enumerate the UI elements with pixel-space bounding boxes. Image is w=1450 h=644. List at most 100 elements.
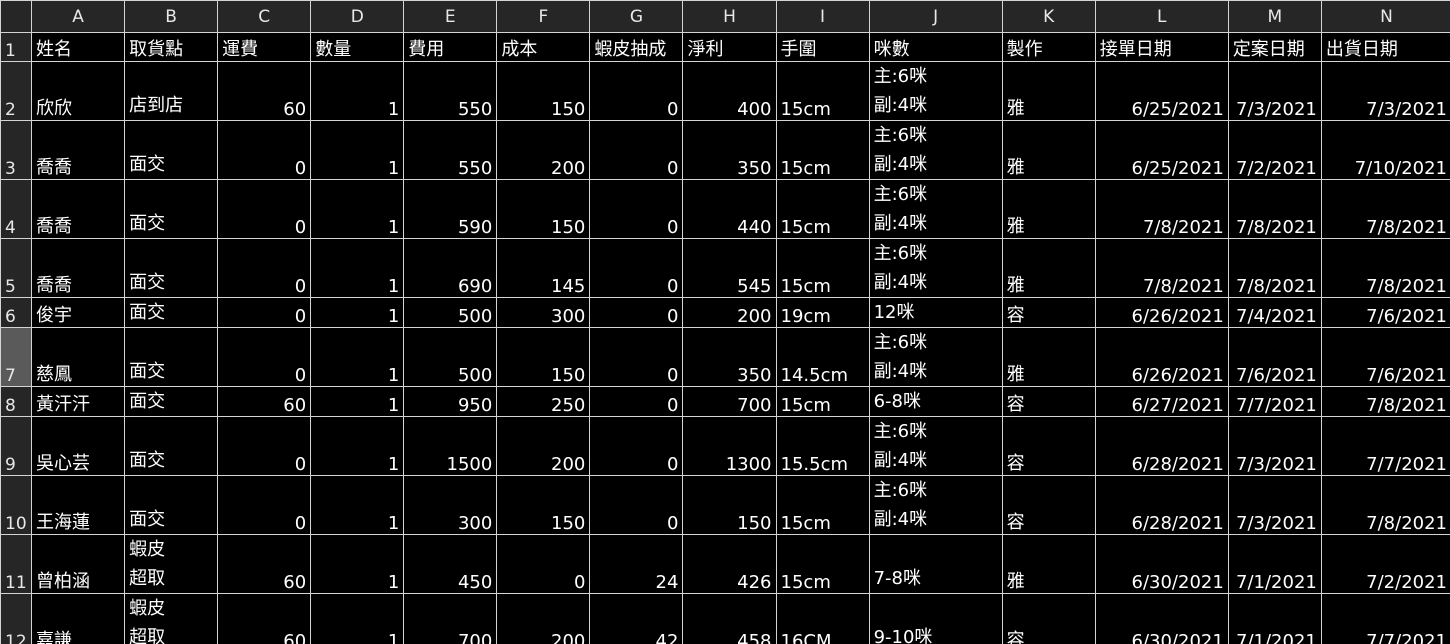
column-header-g[interactable]: G (589, 0, 684, 33)
confirm-date-cell[interactable]: 7/1/2021 (1227, 534, 1322, 594)
order-date-cell[interactable]: 6/27/2021 (1094, 386, 1229, 417)
column-header-f[interactable]: F (496, 0, 591, 33)
fee-cell[interactable]: 550 (403, 120, 498, 180)
shipping-cell[interactable]: 0 (217, 416, 312, 476)
bead-size-cell[interactable]: 12咪 (868, 297, 1003, 328)
bead-size-cell[interactable]: 6-8咪 (868, 386, 1003, 417)
row-header[interactable]: 2 (0, 61, 33, 121)
column-header-j[interactable]: J (868, 0, 1003, 33)
confirm-date-cell[interactable]: 7/2/2021 (1227, 120, 1322, 180)
quantity-cell[interactable]: 1 (310, 120, 405, 180)
maker-cell[interactable]: 雅 (1001, 120, 1096, 180)
name-cell[interactable]: 吳心芸 (31, 416, 126, 476)
name-cell[interactable]: 喬喬 (31, 238, 126, 298)
pickup-cell[interactable]: 面交 (124, 120, 219, 180)
row-header[interactable]: 9 (0, 416, 33, 476)
name-cell[interactable]: 嘉謙 (31, 593, 126, 644)
fee-cell[interactable]: 550 (403, 61, 498, 121)
profit-cell[interactable]: 458 (682, 593, 777, 644)
confirm-date-cell[interactable]: 7/3/2021 (1227, 475, 1322, 535)
header-cell-f[interactable]: 成本 (496, 32, 591, 62)
fee-cell[interactable]: 500 (403, 297, 498, 328)
shipping-cell[interactable]: 0 (217, 179, 312, 239)
maker-cell[interactable]: 雅 (1001, 327, 1096, 387)
ship-date-cell[interactable]: 7/6/2021 (1320, 327, 1450, 387)
row-header[interactable]: 5 (0, 238, 33, 298)
shopee-fee-cell[interactable]: 0 (589, 297, 684, 328)
header-cell-l[interactable]: 接單日期 (1094, 32, 1229, 62)
cost-cell[interactable]: 150 (496, 327, 591, 387)
maker-cell[interactable]: 雅 (1001, 179, 1096, 239)
confirm-date-cell[interactable]: 7/1/2021 (1227, 593, 1322, 644)
pickup-cell[interactable]: 面交 (124, 179, 219, 239)
cost-cell[interactable]: 0 (496, 534, 591, 594)
header-cell-a[interactable]: 姓名 (31, 32, 126, 62)
wrist-size-cell[interactable]: 15cm (775, 120, 870, 180)
wrist-size-cell[interactable]: 16CM (775, 593, 870, 644)
column-header-d[interactable]: D (310, 0, 405, 33)
name-cell[interactable]: 曾柏涵 (31, 534, 126, 594)
pickup-cell[interactable]: 蝦皮 超取 (124, 593, 219, 644)
profit-cell[interactable]: 1300 (682, 416, 777, 476)
order-date-cell[interactable]: 6/26/2021 (1094, 297, 1229, 328)
shopee-fee-cell[interactable]: 42 (589, 593, 684, 644)
cost-cell[interactable]: 145 (496, 238, 591, 298)
row-header[interactable]: 7 (0, 327, 33, 387)
header-cell-h[interactable]: 淨利 (682, 32, 777, 62)
quantity-cell[interactable]: 1 (310, 238, 405, 298)
name-cell[interactable]: 俊宇 (31, 297, 126, 328)
header-cell-n[interactable]: 出貨日期 (1320, 32, 1450, 62)
profit-cell[interactable]: 200 (682, 297, 777, 328)
row-header[interactable]: 8 (0, 386, 33, 417)
column-header-h[interactable]: H (682, 0, 777, 33)
ship-date-cell[interactable]: 7/7/2021 (1320, 416, 1450, 476)
shipping-cell[interactable]: 60 (217, 593, 312, 644)
ship-date-cell[interactable]: 7/2/2021 (1320, 534, 1450, 594)
wrist-size-cell[interactable]: 15cm (775, 475, 870, 535)
confirm-date-cell[interactable]: 7/4/2021 (1227, 297, 1322, 328)
fee-cell[interactable]: 450 (403, 534, 498, 594)
profit-cell[interactable]: 700 (682, 386, 777, 417)
maker-cell[interactable]: 容 (1001, 386, 1096, 417)
fee-cell[interactable]: 1500 (403, 416, 498, 476)
cost-cell[interactable]: 150 (496, 61, 591, 121)
shipping-cell[interactable]: 60 (217, 534, 312, 594)
cost-cell[interactable]: 200 (496, 416, 591, 476)
profit-cell[interactable]: 426 (682, 534, 777, 594)
maker-cell[interactable]: 雅 (1001, 534, 1096, 594)
row-header[interactable]: 12 (0, 593, 33, 644)
wrist-size-cell[interactable]: 15cm (775, 238, 870, 298)
column-header-c[interactable]: C (217, 0, 312, 33)
shipping-cell[interactable]: 0 (217, 238, 312, 298)
header-cell-i[interactable]: 手圍 (775, 32, 870, 62)
row-header[interactable]: 4 (0, 179, 33, 239)
quantity-cell[interactable]: 1 (310, 179, 405, 239)
header-cell-e[interactable]: 費用 (403, 32, 498, 62)
ship-date-cell[interactable]: 7/3/2021 (1320, 61, 1450, 121)
pickup-cell[interactable]: 面交 (124, 416, 219, 476)
fee-cell[interactable]: 500 (403, 327, 498, 387)
order-date-cell[interactable]: 6/30/2021 (1094, 593, 1229, 644)
quantity-cell[interactable]: 1 (310, 534, 405, 594)
profit-cell[interactable]: 150 (682, 475, 777, 535)
pickup-cell[interactable]: 面交 (124, 238, 219, 298)
header-cell-m[interactable]: 定案日期 (1227, 32, 1322, 62)
ship-date-cell[interactable]: 7/8/2021 (1320, 238, 1450, 298)
cost-cell[interactable]: 200 (496, 593, 591, 644)
pickup-cell[interactable]: 面交 (124, 327, 219, 387)
profit-cell[interactable]: 545 (682, 238, 777, 298)
order-date-cell[interactable]: 6/30/2021 (1094, 534, 1229, 594)
bead-size-cell[interactable]: 主:6咪 副:4咪 (868, 238, 1003, 298)
bead-size-cell[interactable]: 主:6咪 副:4咪 (868, 475, 1003, 535)
quantity-cell[interactable]: 1 (310, 386, 405, 417)
shopee-fee-cell[interactable]: 0 (589, 238, 684, 298)
column-header-k[interactable]: K (1001, 0, 1096, 33)
quantity-cell[interactable]: 1 (310, 297, 405, 328)
cost-cell[interactable]: 150 (496, 179, 591, 239)
shipping-cell[interactable]: 60 (217, 61, 312, 121)
name-cell[interactable]: 喬喬 (31, 120, 126, 180)
header-cell-d[interactable]: 數量 (310, 32, 405, 62)
quantity-cell[interactable]: 1 (310, 327, 405, 387)
maker-cell[interactable]: 雅 (1001, 61, 1096, 121)
bead-size-cell[interactable]: 7-8咪 (868, 534, 1003, 594)
